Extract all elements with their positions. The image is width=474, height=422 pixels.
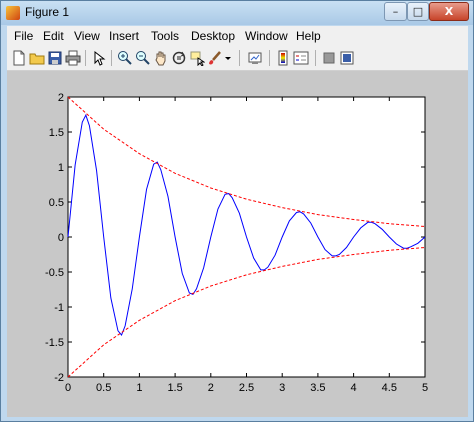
window-title: Figure 1 (25, 5, 70, 19)
y-tick-label: -0.5 (45, 267, 64, 279)
menu-view[interactable]: View (74, 29, 100, 43)
x-tick-label: 1.5 (167, 382, 182, 394)
y-tick-label: -2 (54, 372, 64, 384)
figure-window: Figure 1 – □ X File Edit View Insert Too… (0, 0, 474, 422)
x-tick-label: 2 (208, 382, 214, 394)
x-tick-label: 1 (136, 382, 142, 394)
x-tick-label: 4 (351, 382, 357, 394)
menu-window[interactable]: Window (245, 29, 288, 43)
menu-bar: File Edit View Insert Tools Desktop Wind… (7, 26, 468, 46)
menu-file[interactable]: File (14, 29, 33, 43)
toolbar-separator (269, 50, 270, 66)
menu-edit[interactable]: Edit (43, 29, 64, 43)
toolbar-separator (315, 50, 316, 66)
toolbar-separator (239, 50, 240, 66)
new-figure-icon[interactable] (11, 50, 27, 66)
maximize-button[interactable]: □ (407, 2, 429, 21)
menu-insert[interactable]: Insert (109, 29, 139, 43)
x-tick-label: 0 (65, 382, 71, 394)
toolbar-separator (111, 50, 112, 66)
matlab-app-icon (6, 6, 20, 20)
zoom-out-icon[interactable] (135, 50, 151, 66)
x-tick-label: 4.5 (382, 382, 397, 394)
select-arrow-icon[interactable] (91, 50, 107, 66)
menu-tools[interactable]: Tools (151, 29, 179, 43)
x-tick-label: 3 (279, 382, 285, 394)
y-tick-label: -1 (54, 302, 64, 314)
title-bar[interactable]: Figure 1 – □ X (1, 1, 473, 25)
figure-canvas[interactable]: 0 0.5 1 1.5 2 2.5 3 3.5 4 4.5 5 -2 -1.5 -1 -0.5 0 0.5 1 1.… (7, 71, 468, 417)
menu-help[interactable]: Help (296, 29, 321, 43)
save-icon[interactable] (47, 50, 63, 66)
rotate-3d-icon[interactable] (171, 50, 187, 66)
y-tick-label: 0.5 (49, 197, 64, 209)
figure-toolbar (7, 46, 468, 71)
x-tick-label: 0.5 (96, 382, 111, 394)
brush-icon[interactable] (207, 50, 223, 66)
x-tick-label: 3.5 (310, 382, 325, 394)
minimize-button[interactable]: – (384, 2, 407, 21)
x-tick-label: 5 (422, 382, 428, 394)
colorbar-icon[interactable] (275, 50, 291, 66)
pan-hand-icon[interactable] (153, 50, 169, 66)
hide-plot-tools-icon[interactable] (321, 50, 337, 66)
plot-svg[interactable]: 0 0.5 1 1.5 2 2.5 3 3.5 4 4.5 5 -2 -1.5 -1 -0.5 0 0.5 1 1.… (7, 71, 468, 417)
y-tick-label: 1 (58, 162, 64, 174)
y-tick-label: 0 (58, 232, 64, 244)
data-cursor-icon[interactable] (189, 50, 206, 67)
zoom-in-icon[interactable] (117, 50, 133, 66)
toolbar-separator (85, 50, 86, 66)
legend-icon[interactable] (293, 50, 309, 66)
print-icon[interactable] (65, 50, 81, 66)
x-tick-label: 2.5 (239, 382, 254, 394)
close-button[interactable]: X (429, 2, 469, 21)
y-tick-label: -1.5 (45, 337, 64, 349)
y-tick-label: 1.5 (49, 127, 64, 139)
y-tick-label: 2 (58, 92, 64, 104)
open-file-icon[interactable] (29, 50, 45, 66)
link-plot-icon[interactable] (247, 50, 263, 66)
menu-desktop[interactable]: Desktop (191, 29, 235, 43)
brush-dropdown-icon[interactable] (223, 50, 233, 66)
show-plot-tools-icon[interactable] (339, 50, 355, 66)
